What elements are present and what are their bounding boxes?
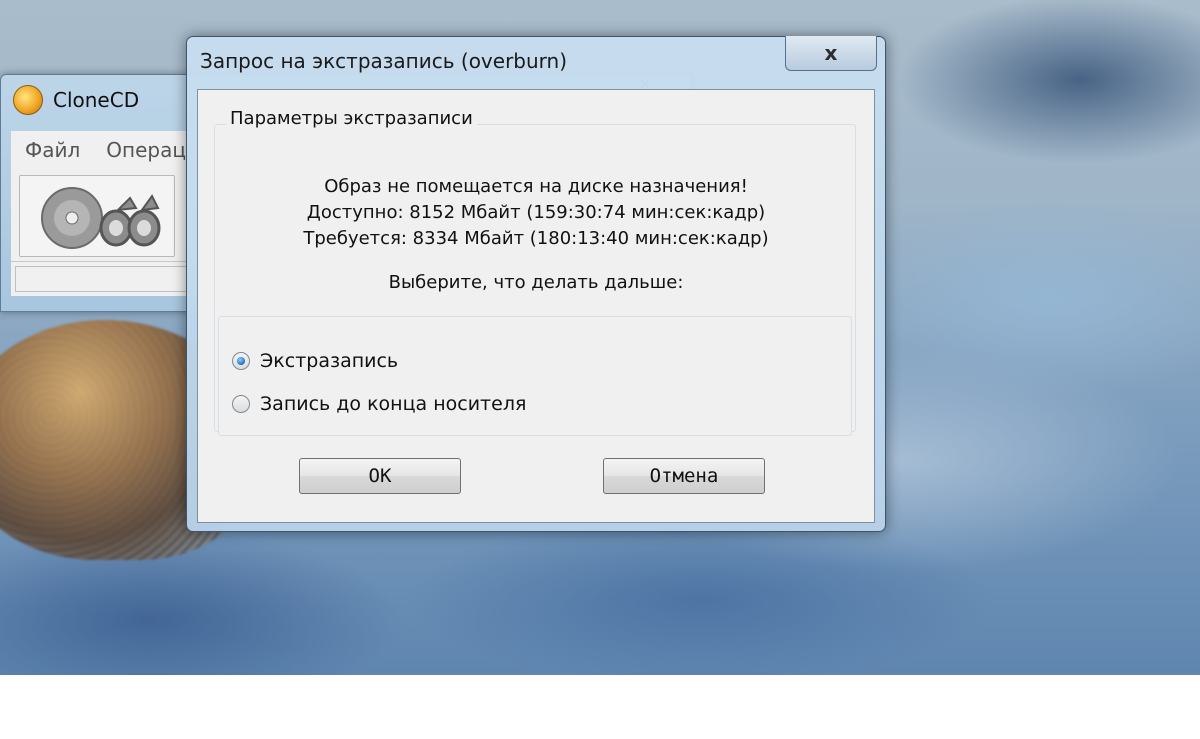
clonecd-titlebar: CloneCD — [13, 85, 139, 115]
close-button[interactable]: x — [785, 36, 877, 71]
message-not-fit: Образ не помещается на диске назначения! — [324, 176, 748, 197]
read-to-image-button[interactable] — [19, 175, 175, 257]
radio-burn-to-end[interactable]: Запись до конца носителя — [232, 393, 526, 415]
ok-button[interactable]: OK — [299, 458, 461, 494]
radio-unselected-icon[interactable] — [232, 395, 250, 413]
message-required: Требуется: 8334 Мбайт (180:13:40 мин:сек… — [303, 228, 769, 249]
overburn-dialog[interactable]: Запрос на экстразапись (overburn) x Пара… — [186, 36, 886, 532]
menu-file[interactable]: Файл — [25, 138, 80, 162]
cancel-button[interactable]: Отмена — [603, 458, 765, 494]
radio-overburn[interactable]: Экстразапись — [232, 350, 398, 372]
message-available: Доступно: 8152 Мбайт (159:30:74 мин:сек:… — [306, 202, 766, 223]
menu-operations[interactable]: Операц — [106, 138, 186, 162]
dialog-body: Параметры экстразаписи Образ не помещает… — [197, 89, 875, 523]
clonecd-sheep-logo-icon — [13, 85, 43, 115]
clonecd-window-title: CloneCD — [53, 88, 140, 112]
close-icon: x — [824, 41, 838, 65]
radio-burn-to-end-label: Запись до конца носителя — [260, 393, 527, 415]
radio-selected-icon[interactable] — [232, 352, 250, 370]
prompt-text: Выберите, что делать дальше: — [388, 272, 684, 293]
radio-overburn-label: Экстразапись — [260, 350, 399, 372]
group-title: Параметры экстразаписи — [226, 108, 477, 129]
disc-copy-icon — [41, 187, 161, 249]
dialog-title: Запрос на экстразапись (overburn) — [200, 49, 568, 73]
choice-panel — [218, 316, 852, 436]
